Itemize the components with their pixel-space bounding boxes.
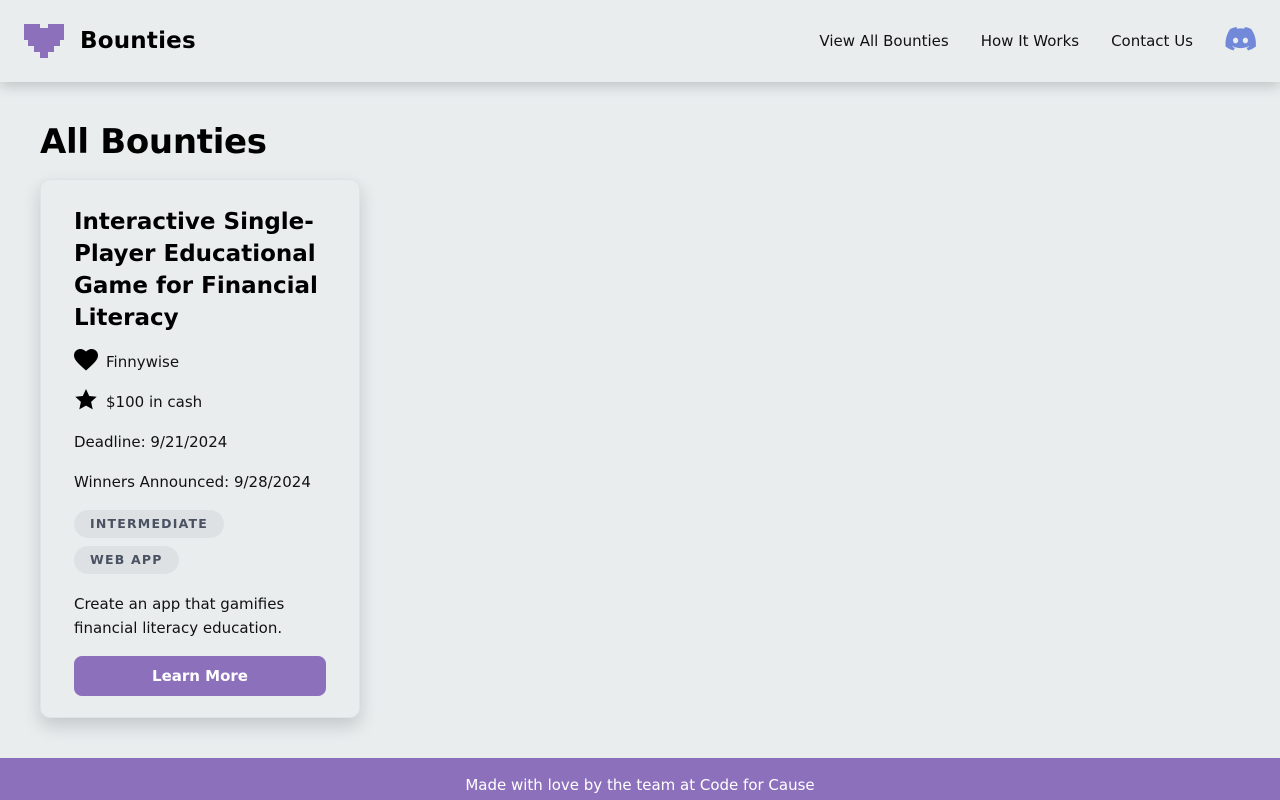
organization-row: Finnywise	[74, 349, 326, 375]
nav-contact-us[interactable]: Contact Us	[1111, 32, 1193, 50]
reward-text: $100 in cash	[106, 393, 203, 411]
bounty-card: Interactive Single-Player Educational Ga…	[40, 179, 360, 718]
brand-title: Bounties	[80, 28, 196, 54]
tag-list: INTERMEDIATE WEB APP	[74, 510, 326, 582]
organization-name: Finnywise	[106, 353, 180, 371]
deadline-text: Deadline: 9/21/2024	[74, 433, 228, 451]
tag-category: WEB APP	[74, 546, 179, 574]
learn-more-button[interactable]: Learn More	[74, 656, 326, 696]
footer: Made with love by the team at Code for C…	[0, 758, 1280, 800]
page-title: All Bounties	[40, 122, 267, 162]
bounty-title: Interactive Single-Player Educational Ga…	[74, 209, 318, 331]
nav-view-all-bounties[interactable]: View All Bounties	[819, 32, 948, 50]
discord-icon[interactable]	[1225, 27, 1256, 55]
bounty-description: Create an app that gamifies financial li…	[74, 595, 285, 637]
top-navbar: Bounties View All Bounties How It Works …	[0, 0, 1280, 82]
main-content: All Bounties Interactive Single-Player E…	[40, 122, 360, 718]
star-icon	[74, 388, 98, 416]
nav-how-it-works[interactable]: How It Works	[981, 32, 1079, 50]
footer-text: Made with love by the team at Code for C…	[465, 776, 815, 794]
pixel-heart-icon	[24, 24, 64, 58]
nav-links: View All Bounties How It Works Contact U…	[819, 27, 1256, 55]
tag-difficulty: INTERMEDIATE	[74, 510, 224, 538]
brand[interactable]: Bounties	[24, 24, 196, 58]
reward-row: $100 in cash	[74, 388, 326, 416]
winners-announced-text: Winners Announced: 9/28/2024	[74, 473, 311, 491]
heart-icon	[74, 349, 98, 375]
